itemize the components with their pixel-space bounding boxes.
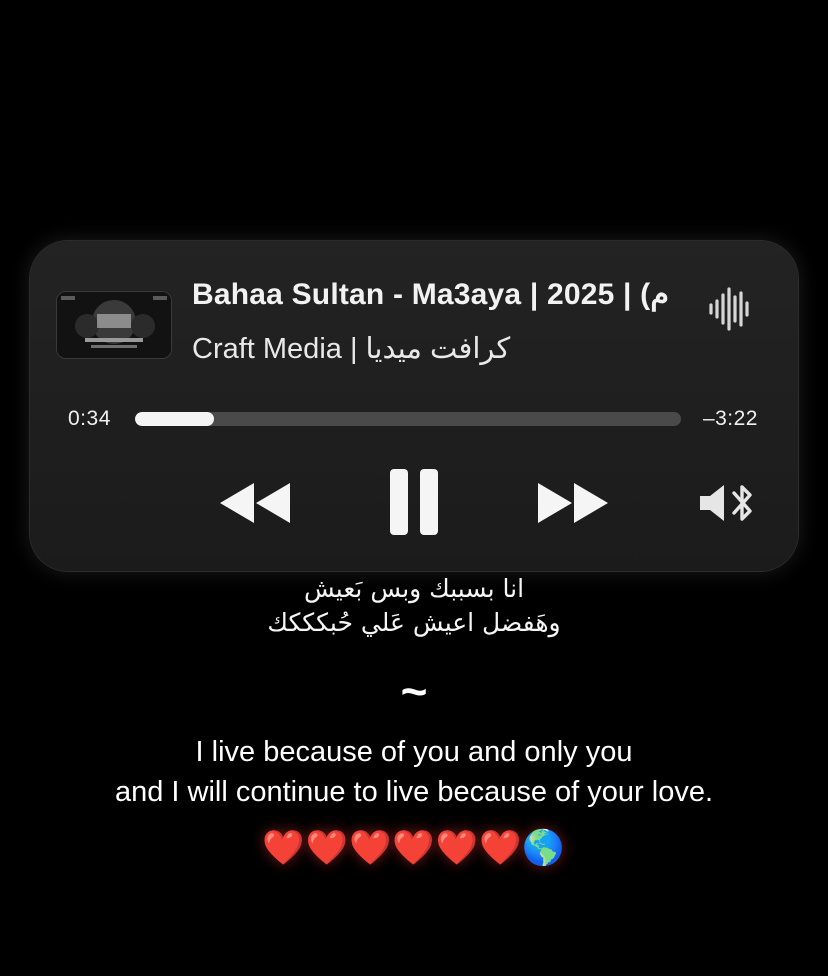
- heart-globe-emojis: ❤️❤️❤️❤️❤️❤️🌎: [262, 828, 566, 868]
- album-artwork[interactable]: [56, 291, 172, 359]
- rewind-button[interactable]: [218, 479, 294, 527]
- waveform-icon[interactable]: [706, 285, 754, 333]
- remaining-time: –3:22: [702, 407, 758, 430]
- arabic-lyrics: انا بسببك وبس بَعيش وهَفضل اعيش عَلي حُب…: [0, 572, 828, 640]
- rewind-icon: [220, 483, 290, 523]
- pause-button[interactable]: [386, 467, 442, 537]
- playback-progress-bar[interactable]: [135, 412, 681, 426]
- speaker-bluetooth-icon: [700, 485, 752, 521]
- now-playing-card: Bahaa Sultan - Ma3aya | 2025 | (م Craft …: [30, 241, 798, 571]
- elapsed-time: 0:34: [68, 407, 111, 430]
- pause-icon: [390, 469, 438, 535]
- audio-output-button[interactable]: [698, 481, 760, 525]
- playback-progress-fill: [135, 412, 215, 426]
- track-artist[interactable]: Craft Media | كرافت ميديا: [192, 331, 712, 366]
- english-lyrics: I live because of you and only you and I…: [0, 732, 828, 812]
- english-lyric-line-1: I live because of you and only you: [195, 736, 633, 768]
- arabic-lyric-line-1: انا بسببك وبس بَعيش: [303, 574, 525, 603]
- fast-forward-button[interactable]: [534, 479, 610, 527]
- lyrics-separator: ~: [400, 665, 428, 717]
- arabic-lyric-line-2: وهَفضل اعيش عَلي حُبكككك: [267, 608, 561, 637]
- track-title: Bahaa Sultan - Ma3aya | 2025 | (م: [192, 278, 669, 311]
- fast-forward-icon: [538, 483, 608, 523]
- english-lyric-line-2: and I will continue to live because of y…: [114, 776, 714, 808]
